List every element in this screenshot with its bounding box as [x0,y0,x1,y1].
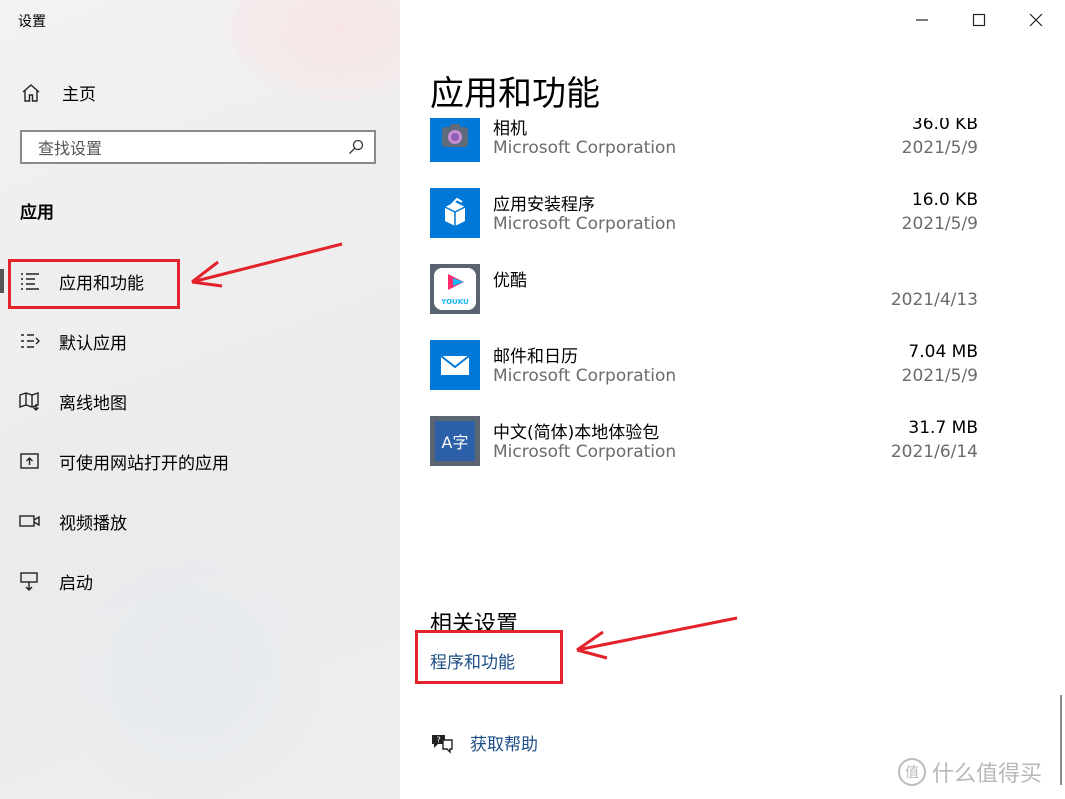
sidebar-item-offline-maps[interactable]: 离线地图 [0,381,400,421]
app-name: 相机 [493,119,527,139]
sidebar-item-label: 主页 [62,85,96,105]
app-name: 邮件和日历 [493,347,578,367]
app-publisher: Microsoft Corporation [493,442,677,462]
background-blur [230,0,400,100]
search-input[interactable] [36,132,340,164]
language-pack-icon-text: A字 [435,421,475,461]
annotation-arrow [191,242,343,288]
list-item[interactable]: 邮件和日历 Microsoft Corporation 7.04 MB 2021… [430,340,980,400]
app-publisher: Microsoft Corporation [493,214,677,234]
watermark-text: 什么值得买 [932,762,1043,787]
sidebar-item-home[interactable]: 主页 [20,80,96,105]
watermark: 值 什么值得买 [898,756,1042,788]
main-content: 应用和功能 相机 Microsoft Corporation 36.0 KB 2… [400,0,1065,799]
app-size: 31.7 MB [908,418,978,438]
app-installer-icon [430,188,480,238]
app-publisher: Microsoft Corporation [493,366,677,386]
watermark-logo-icon: 值 [898,758,926,786]
app-list: 相机 Microsoft Corporation 36.0 KB 2021/5/… [400,118,1065,478]
list-item[interactable]: A字 中文(简体)本地体验包 Microsoft Corporation 31.… [430,416,980,476]
page-title: 应用和功能 [430,74,600,114]
get-help-label: 获取帮助 [470,735,538,755]
app-date: 2021/5/9 [901,366,978,386]
language-pack-icon: A字 [430,416,480,466]
annotation-arrow [576,616,738,660]
map-icon [19,391,41,411]
sidebar-item-default-apps[interactable]: 默认应用 [0,321,400,361]
list-item[interactable]: YOUKU 优酷 2021/4/13 [430,264,980,324]
app-date: 2021/5/9 [901,214,978,234]
app-publisher: Microsoft Corporation [493,138,677,158]
sidebar-item-startup[interactable]: 启动 [0,561,400,601]
search-box[interactable] [20,130,376,164]
minimize-icon [915,13,929,27]
active-indicator [0,269,4,293]
sidebar-item-label: 启动 [59,573,93,594]
sidebar-item-label: 视频播放 [59,513,127,534]
list-item[interactable]: 相机 Microsoft Corporation 36.0 KB 2021/5/… [430,118,980,172]
sidebar-item-video-playback[interactable]: 视频播放 [0,501,400,541]
app-name: 优酷 [493,271,527,291]
app-size: 36.0 KB [911,118,978,134]
camera-app-icon [430,118,480,162]
sidebar: 设置 主页 应用 应用和功能 [0,0,400,799]
annotation-box [8,259,180,309]
close-button[interactable] [1024,8,1048,32]
svg-text:?: ? [437,735,441,744]
app-date: 2021/6/14 [890,442,978,462]
app-name: 中文(简体)本地体验包 [493,423,660,443]
get-help-link[interactable]: ? 获取帮助 [430,730,538,755]
annotation-box [415,630,563,684]
maximize-icon [972,13,986,27]
close-icon [1029,13,1043,27]
youku-icon: YOUKU [430,264,480,314]
app-date: 2021/5/9 [901,138,978,158]
startup-icon [19,571,41,591]
minimize-button[interactable] [910,8,934,32]
app-date: 2021/4/13 [890,290,978,310]
window-title: 设置 [18,14,46,30]
open-web-icon [19,451,41,471]
sidebar-item-label: 可使用网站打开的应用 [59,453,229,474]
app-size: 7.04 MB [908,342,978,362]
list-item[interactable]: 应用安装程序 Microsoft Corporation 16.0 KB 202… [430,188,980,248]
search-icon[interactable] [348,139,364,155]
default-apps-icon [19,331,41,351]
maximize-button[interactable] [967,8,991,32]
app-name: 应用安装程序 [493,195,595,215]
youku-icon-text: YOUKU [441,298,469,306]
home-icon [20,82,42,104]
sidebar-item-label: 默认应用 [59,333,127,354]
scrollbar[interactable] [1060,695,1062,785]
video-icon [19,511,41,531]
mail-icon [430,340,480,390]
sidebar-item-apps-for-websites[interactable]: 可使用网站打开的应用 [0,441,400,481]
section-heading: 应用 [20,203,54,223]
help-chat-icon: ? [430,732,454,754]
sidebar-item-label: 离线地图 [59,393,127,414]
app-size: 16.0 KB [911,190,978,210]
